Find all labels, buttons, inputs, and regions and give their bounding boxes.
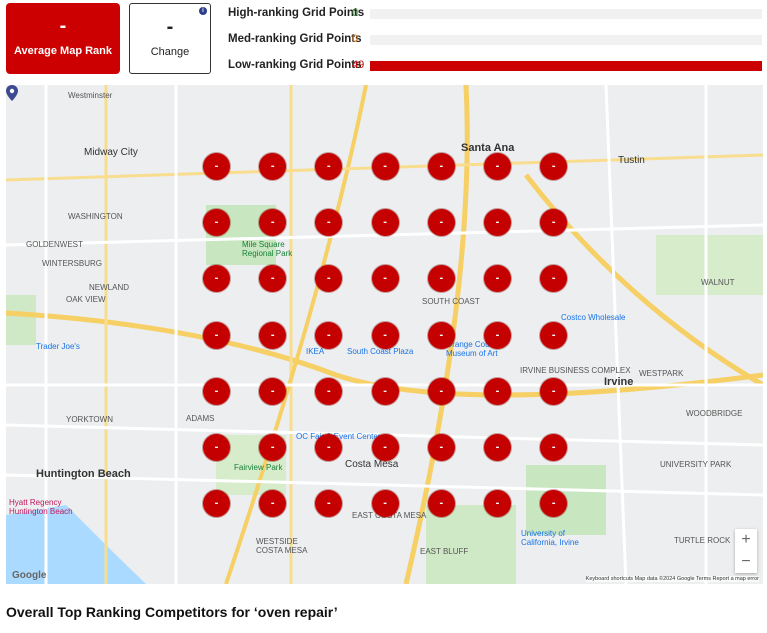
grid-point-pin[interactable]: -	[427, 265, 455, 293]
average-rank-value: -	[59, 15, 67, 37]
average-rank-label: Average Map Rank	[13, 45, 113, 57]
competitors-section-title: Overall Top Ranking Competitors for ‘ove…	[6, 604, 338, 620]
map-label-hyatt: Hyatt Regency Huntington Beach	[9, 498, 73, 516]
grid-point-pin[interactable]: -	[540, 321, 568, 349]
change-value: -	[166, 16, 174, 38]
grid-point-pin[interactable]: -	[203, 209, 230, 237]
grid-point-pin[interactable]: -	[259, 321, 287, 349]
grid-point-pin[interactable]: -	[484, 434, 511, 461]
map-label-washington: WASHINGTON	[68, 212, 123, 221]
map-label-newland: NEWLAND	[89, 283, 130, 292]
map-label-east-bluff: EAST BLUFF	[420, 547, 469, 556]
med-ranking-row: Med-ranking Grid Points 0	[228, 31, 763, 49]
map-label-westminster: Westminster	[68, 91, 113, 100]
map-label-huntington-beach: Huntington Beach	[36, 468, 131, 480]
grid-point-pin[interactable]: -	[371, 490, 399, 518]
low-ranking-count: 49	[352, 59, 365, 71]
grid-point-pin[interactable]: -	[484, 153, 511, 180]
map-label-wintersburg: WINTERSBURG	[42, 259, 102, 268]
map-label-irvine-business: IRVINE BUSINESS COMPLEX	[520, 366, 631, 375]
med-ranking-count: 0	[352, 33, 359, 45]
map-label-adams: ADAMS	[186, 414, 215, 423]
map-attribution[interactable]: Keyboard shortcuts Map data ©2024 Google…	[585, 576, 759, 582]
grid-point-pin[interactable]: -	[371, 209, 399, 237]
map-label-midway-city: Midway City	[84, 147, 138, 158]
map-label-yorktown: YORKTOWN	[66, 415, 113, 424]
zoom-out-button[interactable]: −	[735, 551, 757, 573]
change-label: Change	[150, 46, 190, 58]
grid-point-pin[interactable]: -	[371, 265, 399, 293]
grid-point-pin[interactable]: -	[540, 377, 568, 405]
map-label-ocma: Orange County Museum of Art	[446, 340, 501, 358]
grid-point-pin[interactable]: -	[484, 377, 511, 405]
grid-point-pin[interactable]: -	[427, 209, 455, 237]
map-label-university-park: UNIVERSITY PARK	[660, 460, 732, 469]
change-card: i - Change	[129, 3, 211, 74]
grid-point-pin[interactable]: -	[427, 321, 455, 349]
grid-point-pin[interactable]: -	[371, 434, 399, 461]
grid-point-pin[interactable]: -	[259, 153, 287, 180]
grid-point-pin[interactable]: -	[484, 321, 511, 349]
map-label-woodbridge: WOODBRIDGE	[686, 409, 743, 418]
low-ranking-bar	[370, 61, 762, 71]
grid-point-pin[interactable]: -	[259, 377, 287, 405]
map-label-irvine: Irvine	[604, 376, 634, 388]
grid-point-pin[interactable]: -	[203, 153, 230, 180]
google-logo: Google	[12, 570, 47, 581]
map-label-goldenwest: GOLDENWEST	[26, 240, 83, 249]
grid-point-pin[interactable]: -	[203, 377, 230, 405]
grid-point-pin[interactable]: -	[540, 153, 568, 180]
grid-point-pin[interactable]: -	[484, 490, 511, 518]
business-location-pin-icon[interactable]	[6, 85, 18, 101]
map-label-uci: University of California, Irvine	[521, 529, 579, 547]
map-label-westside: WESTSIDE COSTA MESA	[256, 537, 308, 555]
map-label-oak-view: OAK VIEW	[66, 295, 106, 304]
grid-point-pin[interactable]: -	[427, 490, 455, 518]
map-label-tustin: Tustin	[618, 155, 645, 166]
info-icon[interactable]: i	[199, 7, 207, 15]
grid-point-pin[interactable]: -	[427, 377, 455, 405]
map-label-trader-joes: Trader Joe's	[36, 342, 80, 351]
high-ranking-bar	[370, 9, 762, 19]
average-map-rank-card: - Average Map Rank	[6, 3, 120, 74]
low-ranking-row: Low-ranking Grid Points 49	[228, 57, 763, 75]
low-ranking-label: Low-ranking Grid Points	[228, 59, 362, 71]
map-label-santa-ana: Santa Ana	[461, 142, 515, 154]
zoom-control: + −	[735, 529, 757, 573]
grid-point-pin[interactable]: -	[315, 321, 343, 349]
grid-point-pin[interactable]: -	[203, 490, 230, 518]
grid-point-pin[interactable]: -	[203, 321, 230, 349]
map-label-walnut: WALNUT	[701, 278, 735, 287]
grid-point-pin[interactable]: -	[259, 434, 287, 461]
grid-point-pin[interactable]: -	[315, 377, 343, 405]
map-label-ikea: IKEA	[306, 347, 325, 356]
high-ranking-label: High-ranking Grid Points	[228, 7, 365, 19]
map-label-westpark: WESTPARK	[639, 369, 684, 378]
grid-point-pin[interactable]: -	[540, 434, 568, 461]
grid-point-pin[interactable]: -	[484, 209, 511, 237]
map-label-mile-square: Mile Square Regional Park	[242, 240, 293, 258]
grid-point-pin[interactable]: -	[203, 434, 230, 461]
high-ranking-row: High-ranking Grid Points 0	[228, 5, 763, 23]
grid-point-pin[interactable]: -	[427, 434, 455, 461]
grid-point-pin[interactable]: -	[371, 153, 399, 180]
map-label-costa-mesa: Costa Mesa	[345, 459, 399, 470]
med-ranking-bar	[370, 35, 762, 45]
grid-point-pin[interactable]: -	[371, 321, 399, 349]
map-label-turtle-rock: TURTLE ROCK	[674, 536, 731, 545]
grid-point-pin[interactable]: -	[371, 377, 399, 405]
map-view[interactable]: Westminster Midway City WASHINGTON GOLDE…	[6, 85, 763, 584]
high-ranking-count: 0	[352, 7, 359, 19]
grid-point-pin[interactable]: -	[427, 153, 455, 180]
map-label-south-coast-plaza: South Coast Plaza	[347, 347, 414, 356]
map-label-fairview-park: Fairview Park	[234, 463, 283, 472]
low-ranking-fill	[370, 61, 762, 71]
med-ranking-label: Med-ranking Grid Points	[228, 33, 362, 45]
map-label-costco: Costco Wholesale	[561, 313, 626, 322]
zoom-in-button[interactable]: +	[735, 529, 757, 551]
map-label-south-coast: SOUTH COAST	[422, 297, 480, 306]
